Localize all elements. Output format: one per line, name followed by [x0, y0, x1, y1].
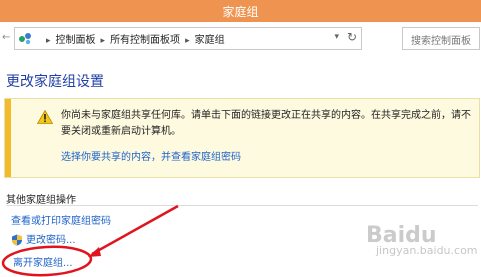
- breadcrumb-all-items[interactable]: 所有控制面板项: [110, 35, 180, 46]
- view-print-password-link[interactable]: 查看或打印家庭组密码: [11, 212, 111, 227]
- refresh-icon[interactable]: ↻: [347, 30, 357, 44]
- window-title: 家庭组: [222, 5, 259, 19]
- uac-shield-icon: [12, 234, 22, 246]
- warning-panel: 你尚未与家庭组共享任何库。请单击下面的链接更改正在共享的内容。在共享完成之前，请…: [4, 98, 480, 178]
- warning-stripe: [5, 99, 11, 177]
- divider: [6, 205, 478, 206]
- chevron-right-icon: ▸: [185, 36, 190, 46]
- warning-icon: [37, 110, 53, 124]
- homegroup-icon: [19, 33, 31, 45]
- change-password-link[interactable]: 更改密码...: [26, 235, 76, 246]
- breadcrumb: ▸ 控制面板 ▸ 所有控制面板项 ▸ 家庭组: [41, 31, 225, 46]
- address-bar: ← ▸ 控制面板 ▸ 所有控制面板项 ▸ 家庭组 ▾ ↻ 搜索控制面板: [0, 22, 481, 54]
- chevron-down-icon[interactable]: ▾: [334, 32, 339, 42]
- leave-homegroup-link[interactable]: 离开家庭组...: [13, 254, 73, 269]
- address-box[interactable]: ▸ 控制面板 ▸ 所有控制面板项 ▸ 家庭组 ▾ ↻: [14, 27, 362, 50]
- share-settings-link[interactable]: 选择你要共享的内容，并查看家庭组密码: [61, 148, 241, 163]
- page-title: 更改家庭组设置: [6, 74, 104, 90]
- warning-message: 你尚未与家庭组共享任何库。请单击下面的链接更改正在共享的内容。在共享完成之前，请…: [61, 110, 471, 137]
- chevron-right-icon: ▸: [46, 36, 51, 46]
- search-placeholder: 搜索控制面板: [411, 36, 471, 47]
- chevron-right-icon: ▸: [100, 36, 106, 46]
- section-title: 其他家庭组操作: [6, 195, 76, 206]
- back-arrow-icon[interactable]: ←: [2, 31, 10, 45]
- title-bar: 家庭组: [0, 0, 481, 22]
- watermark: Baidu jingyan.baidu.com: [366, 223, 478, 257]
- breadcrumb-control-panel[interactable]: 控制面板: [56, 35, 96, 46]
- breadcrumb-homegroup[interactable]: 家庭组: [195, 35, 225, 46]
- change-password-option[interactable]: 更改密码...: [11, 231, 76, 246]
- search-input[interactable]: 搜索控制面板: [402, 27, 480, 50]
